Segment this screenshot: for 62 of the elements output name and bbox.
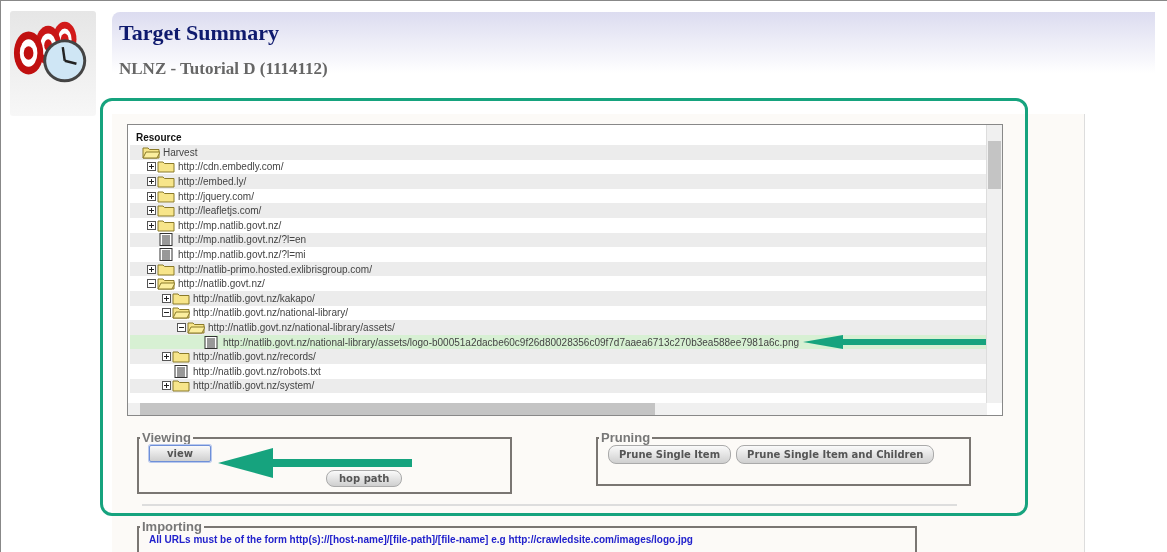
expand-icon[interactable] <box>146 162 156 172</box>
expand-icon[interactable] <box>161 352 171 362</box>
page-subtitle: NLNZ - Tutorial D (1114112) <box>119 59 329 79</box>
tree-row[interactable]: http://natlib.govt.nz/national-library/ <box>130 305 986 321</box>
tree-label: http://natlib.govt.nz/national-library/ <box>193 307 349 319</box>
tree-label: http://leafletjs.com/ <box>178 205 262 217</box>
expand-icon[interactable] <box>161 381 171 391</box>
tree-row[interactable]: http://natlib.govt.nz/records/ <box>130 349 986 364</box>
tree-label: http://jquery.com/ <box>178 190 254 202</box>
group-legend: Pruning <box>599 430 653 445</box>
tree-row[interactable]: http://natlib.govt.nz/kakapo/ <box>130 290 986 306</box>
tree-label: http://natlib.govt.nz/robots.txt <box>193 365 321 377</box>
view-button[interactable]: hop path <box>326 470 403 487</box>
horizontal-scrollbar[interactable] <box>128 403 987 415</box>
tree-label: http://natlib.govt.nz/national-library/assets/ <box>208 321 395 333</box>
tree-row[interactable]: http://natlib.govt.nz/system/ <box>130 378 986 394</box>
tree-row[interactable]: http://natlib.govt.nz/ <box>130 276 986 291</box>
tree-row[interactable]: http://embed.ly/ <box>130 174 986 189</box>
document-icon <box>202 335 220 349</box>
tree-row[interactable]: http://mp.natlib.govt.nz/ <box>130 217 986 233</box>
document-icon <box>172 364 190 378</box>
tree-label: http://embed.ly/ <box>178 176 247 187</box>
tree-row[interactable]: http://mp.natlib.govt.nz/?l=en <box>130 232 986 248</box>
expand-icon[interactable] <box>146 191 156 201</box>
tree-label: Harvest <box>163 146 198 158</box>
tree-label: http://natlib.govt.nz/system/ <box>193 380 315 392</box>
expand-icon[interactable] <box>146 220 156 230</box>
tree-row[interactable]: http://natlib-primo.hosted.exlibrisgroup.com/ <box>130 261 986 277</box>
tree-label: http://mp.natlib.govt.nz/?l=mi <box>178 248 306 260</box>
tree-row[interactable]: http://leafletjs.com/ <box>130 203 986 218</box>
document-icon <box>157 247 175 261</box>
expand-icon[interactable] <box>146 206 156 216</box>
tree-row[interactable]: http://natlib.govt.nz/national-library/assets/ <box>130 320 986 335</box>
page-title: Target Summary <box>119 20 280 46</box>
tree-row[interactable]: http://mp.natlib.govt.nz/?l=mi <box>130 247 986 262</box>
tree-label: http://natlib.govt.nz/ <box>178 278 265 290</box>
tree-row[interactable]: http://natlib.govt.nz/robots.txt <box>130 363 986 379</box>
prune-button[interactable]: Prune Single Item and Children <box>736 445 935 464</box>
expand-icon[interactable] <box>146 264 156 274</box>
group-legend: Viewing <box>140 430 193 445</box>
tree-label: http://mp.natlib.govt.nz/?l=en <box>178 234 307 246</box>
tree-label: http://natlib-primo.hosted.exlibrisgroup.com/ <box>178 263 372 275</box>
prune-button[interactable]: Prune Single Item <box>608 445 732 464</box>
tree-label: http://natlib.govt.nz/national-library/assets/logo-b00051a2dacbe60c9f26d80028356c09f7d7aaea6713c270b3ea588ee7981a6c.png <box>223 336 800 348</box>
tree-label: http://mp.natlib.govt.nz/ <box>178 219 282 231</box>
vertical-scrollbar[interactable] <box>986 125 1002 403</box>
view-button[interactable]: view <box>149 445 211 462</box>
tree-row[interactable]: http://jquery.com/ <box>130 188 986 204</box>
document-icon <box>157 233 175 247</box>
collapse-icon[interactable] <box>176 322 186 332</box>
url-format-note: All URLs must be of the form http(s)://[host-name]/[file-path]/[file-name] e.g http://crawledsite.com/images/logo.jpg <box>149 534 694 545</box>
collapse-icon[interactable] <box>161 308 171 318</box>
collapse-icon[interactable] <box>146 279 156 289</box>
group-legend: Importing <box>140 519 204 534</box>
expand-icon[interactable] <box>146 177 156 186</box>
expand-icon[interactable] <box>161 293 171 303</box>
tree-label: http://natlib.govt.nz/records/ <box>193 351 316 363</box>
tree-label: http://cdn.embedly.com/ <box>178 161 284 173</box>
column-header: Resource <box>135 131 183 145</box>
tree-row[interactable]: Harvest <box>130 145 986 160</box>
tree-row[interactable]: http://cdn.embedly.com/ <box>130 159 986 175</box>
tree-label: http://natlib.govt.nz/kakapo/ <box>193 292 315 304</box>
